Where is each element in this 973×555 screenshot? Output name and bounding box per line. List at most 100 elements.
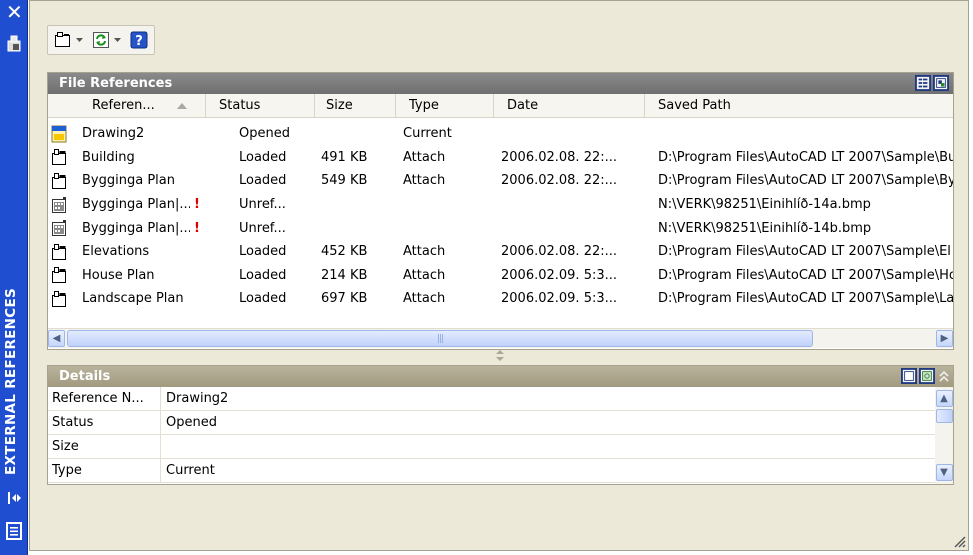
table-row[interactable]: Bygginga Plan|...! Unref... N:\VERK\98251\… <box>48 216 953 240</box>
resize-grip-icon[interactable] <box>952 534 966 548</box>
cell-size: 549 KB <box>321 173 368 189</box>
scroll-thumb[interactable]: ||| <box>67 330 813 347</box>
cell-date: 2006.02.08. 22:... <box>501 149 618 165</box>
details-row: Status Opened <box>48 411 935 435</box>
panel-splitter[interactable] <box>30 350 970 364</box>
palette-title-strip: ✕ EXTERNAL REFERENCES <box>0 0 28 555</box>
properties-toggle-icon[interactable] <box>7 34 21 52</box>
details-view-icon[interactable] <box>901 368 917 384</box>
cell-status: Loaded <box>239 267 287 283</box>
cell-saved-path: N:\VERK\98251\Einihlíð-14b.bmp <box>658 220 872 236</box>
file-references-panel: File References Referen... Status Size T… <box>47 72 954 350</box>
cell-saved-path: D:\Program Files\AutoCAD LT 2007\Sample\… <box>658 291 953 307</box>
cell-reference-name[interactable]: Elevations <box>48 243 206 261</box>
details-scroll-thumb[interactable] <box>935 409 953 423</box>
details-vertical-scrollbar[interactable]: ▲ ▼ <box>935 387 953 484</box>
cell-reference-name[interactable]: Bygginga Plan|...! <box>48 196 206 214</box>
palette-menu-icon[interactable] <box>6 522 22 540</box>
cell-date: 2006.02.09. 5:3... <box>501 267 618 283</box>
cell-status: Loaded <box>239 173 287 189</box>
cell-status: Loaded <box>239 244 287 260</box>
details-label: Reference N... <box>48 387 161 410</box>
horizontal-scrollbar[interactable]: ◀ ||| ▶ <box>48 328 953 348</box>
preview-icon[interactable] <box>919 368 935 384</box>
dwg-icon <box>51 266 67 284</box>
table-row[interactable]: House Plan Loaded 214 KB Attach 2006.02.09. … <box>48 264 953 288</box>
details-grid: Reference N... Drawing2 Status Opened Size Ty… <box>48 387 935 483</box>
details-title: Details <box>59 369 111 384</box>
dwg-icon <box>51 243 67 261</box>
warning-icon: ! <box>194 197 200 213</box>
sort-ascending-icon <box>177 103 187 109</box>
table-row[interactable]: Drawing2 Opened Current <box>48 122 953 146</box>
attach-dwg-icon <box>55 32 70 47</box>
column-type[interactable]: Type <box>396 94 494 117</box>
chevron-down-icon <box>113 38 121 42</box>
image-icon <box>51 196 67 214</box>
table-row[interactable]: Landscape Plan Loaded 697 KB Attach 2006.02.… <box>48 287 953 311</box>
external-references-palette: ? File References Referen... Status Size… <box>29 0 969 551</box>
chevron-down-icon <box>75 38 83 42</box>
scroll-left-button[interactable]: ◀ <box>48 330 65 347</box>
table-row[interactable]: Bygginga Plan Loaded 549 KB Attach 2006.02.0… <box>48 169 953 193</box>
cell-reference-name[interactable]: Building <box>48 148 206 166</box>
cell-size: 452 KB <box>321 244 368 260</box>
table-row[interactable]: Building Loaded 491 KB Attach 2006.02.08. 22… <box>48 146 953 170</box>
cell-reference-name[interactable]: Drawing2 <box>48 125 206 143</box>
cell-type: Attach <box>403 267 446 283</box>
cell-reference-name[interactable]: Bygginga Plan <box>48 172 206 190</box>
table-row[interactable]: Elevations Loaded 452 KB Attach 2006.02.08. … <box>48 240 953 264</box>
tree-view-icon[interactable] <box>933 75 949 91</box>
scroll-up-button[interactable]: ▲ <box>935 390 953 407</box>
column-date[interactable]: Date <box>494 94 645 117</box>
cell-size: 697 KB <box>321 291 368 307</box>
details-row: Reference N... Drawing2 <box>48 387 935 411</box>
attach-dropdown-arrow[interactable] <box>74 29 84 51</box>
drawing-icon <box>51 125 67 143</box>
scroll-down-button[interactable]: ▼ <box>935 464 953 481</box>
column-status[interactable]: Status <box>206 94 315 117</box>
refresh-icon <box>93 32 109 48</box>
details-row: Type Current <box>48 459 935 483</box>
toolbar: ? <box>47 25 155 55</box>
details-row: Size <box>48 435 935 459</box>
refresh-button[interactable] <box>90 29 112 51</box>
attach-dwg-button[interactable] <box>52 29 74 51</box>
help-button[interactable]: ? <box>128 29 150 51</box>
warning-icon: ! <box>194 220 200 236</box>
svg-text:?: ? <box>135 34 143 49</box>
details-value: Drawing2 <box>166 391 229 406</box>
scroll-right-button[interactable]: ▶ <box>936 330 953 347</box>
column-reference-name[interactable]: Referen... <box>48 94 206 117</box>
cell-reference-name[interactable]: Landscape Plan <box>48 290 206 308</box>
reference-name: Landscape Plan <box>82 291 184 307</box>
column-size[interactable]: Size <box>315 94 396 117</box>
image-icon <box>51 219 67 237</box>
cell-date: 2006.02.08. 22:... <box>501 173 618 189</box>
reference-name: Building <box>82 149 135 165</box>
cell-reference-name[interactable]: House Plan <box>48 266 206 284</box>
reference-name: Elevations <box>82 244 150 260</box>
table-row[interactable]: Bygginga Plan|...! Unref... N:\VERK\98251\… <box>48 193 953 217</box>
collapse-chevron-icon[interactable] <box>938 369 950 383</box>
dwg-icon <box>51 290 67 308</box>
reference-name: Bygginga Plan|... <box>82 197 190 213</box>
cell-reference-name[interactable]: Bygginga Plan|...! <box>48 219 206 237</box>
cell-size: 491 KB <box>321 149 368 165</box>
cell-status: Loaded <box>239 149 287 165</box>
close-icon[interactable]: ✕ <box>6 2 23 22</box>
auto-hide-icon[interactable] <box>6 490 22 506</box>
reference-name: Bygginga Plan|... <box>82 220 190 236</box>
help-icon: ? <box>130 31 148 49</box>
refresh-dropdown-arrow[interactable] <box>112 29 122 51</box>
column-saved-path[interactable]: Saved Path <box>645 94 953 117</box>
cell-status: Unref... <box>239 220 286 236</box>
details-label: Status <box>48 411 161 434</box>
cell-status: Unref... <box>239 197 286 213</box>
list-view-icon[interactable] <box>915 75 931 91</box>
details-label: Size <box>48 435 161 458</box>
details-value <box>161 435 935 458</box>
cell-size: 214 KB <box>321 267 368 283</box>
cell-type: Attach <box>403 244 446 260</box>
file-references-title: File References <box>59 76 173 91</box>
